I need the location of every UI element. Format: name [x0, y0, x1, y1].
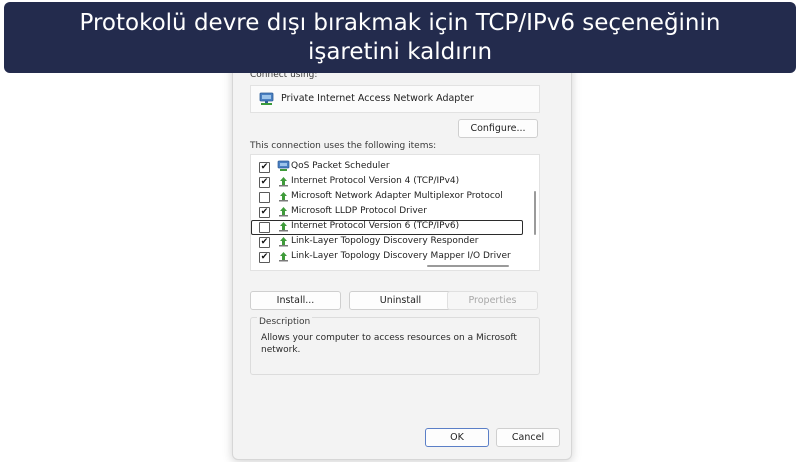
item-label: Internet Protocol Version 4 (TCP/IPv4): [291, 176, 460, 186]
item-label: Link-Layer Topology Discovery Responder: [291, 236, 479, 246]
description-title: Description: [257, 317, 313, 327]
protocol-icon: [279, 177, 288, 187]
instruction-banner: Protokolü devre dışı bırakmak için TCP/I…: [4, 2, 796, 73]
screenshot-canvas: Connect using: Private Internet Access N…: [0, 0, 800, 462]
item-checkbox[interactable]: ✔: [259, 177, 270, 188]
adapter-name: Private Internet Access Network Adapter: [281, 93, 474, 104]
list-item[interactable]: Microsoft Network Adapter Multiplexor Pr…: [255, 189, 523, 204]
ipv6-highlight-box: [251, 220, 523, 235]
ethernet-properties-dialog: Connect using: Private Internet Access N…: [232, 40, 572, 460]
uninstall-button[interactable]: Uninstall: [349, 291, 452, 310]
list-item[interactable]: ✔ Internet Protocol Version 4 (TCP/IPv4): [255, 174, 523, 189]
horizontal-scrollbar[interactable]: [427, 265, 509, 267]
list-item[interactable]: ✔ QoS Packet Scheduler: [255, 159, 523, 174]
description-group: Description Allows your computer to acce…: [250, 317, 540, 375]
protocol-icon: [279, 207, 288, 217]
item-label: Microsoft Network Adapter Multiplexor Pr…: [291, 191, 503, 201]
configure-button[interactable]: Configure...: [458, 119, 538, 138]
ok-button[interactable]: OK: [425, 428, 489, 447]
item-label: QoS Packet Scheduler: [291, 161, 390, 171]
banner-text: Protokolü devre dışı bırakmak için TCP/I…: [4, 9, 796, 67]
install-button[interactable]: Install...: [250, 291, 341, 310]
qos-scheduler-icon: [277, 160, 290, 171]
protocol-icon: [279, 237, 288, 247]
items-label: This connection uses the following items…: [250, 141, 437, 151]
list-item[interactable]: ✔ Microsoft LLDP Protocol Driver: [255, 204, 523, 219]
vertical-scrollbar[interactable]: [534, 191, 536, 235]
network-adapter-icon: [259, 92, 274, 105]
item-label: Link-Layer Topology Discovery Mapper I/O…: [291, 251, 511, 261]
components-list[interactable]: ✔ QoS Packet Scheduler ✔ Internet Protoc…: [250, 154, 540, 271]
adapter-field: Private Internet Access Network Adapter: [250, 85, 540, 113]
item-checkbox[interactable]: ✔: [259, 207, 270, 218]
item-checkbox[interactable]: [259, 192, 270, 203]
banner-line-1: Protokolü devre dışı bırakmak için TCP/I…: [79, 10, 721, 36]
item-checkbox[interactable]: ✔: [259, 162, 270, 173]
banner-line-2: işaretini kaldırın: [307, 39, 493, 65]
description-text: Allows your computer to access resources…: [261, 333, 517, 355]
properties-button[interactable]: Properties: [447, 291, 538, 310]
item-checkbox[interactable]: ✔: [259, 252, 270, 263]
protocol-icon: [279, 192, 288, 202]
list-item[interactable]: ✔ Link-Layer Topology Discovery Responde…: [255, 234, 523, 249]
item-label: Microsoft LLDP Protocol Driver: [291, 206, 427, 216]
item-checkbox[interactable]: ✔: [259, 237, 270, 248]
protocol-icon: [279, 252, 288, 262]
list-item[interactable]: ✔ Link-Layer Topology Discovery Mapper I…: [255, 249, 523, 264]
cancel-button[interactable]: Cancel: [496, 428, 560, 447]
